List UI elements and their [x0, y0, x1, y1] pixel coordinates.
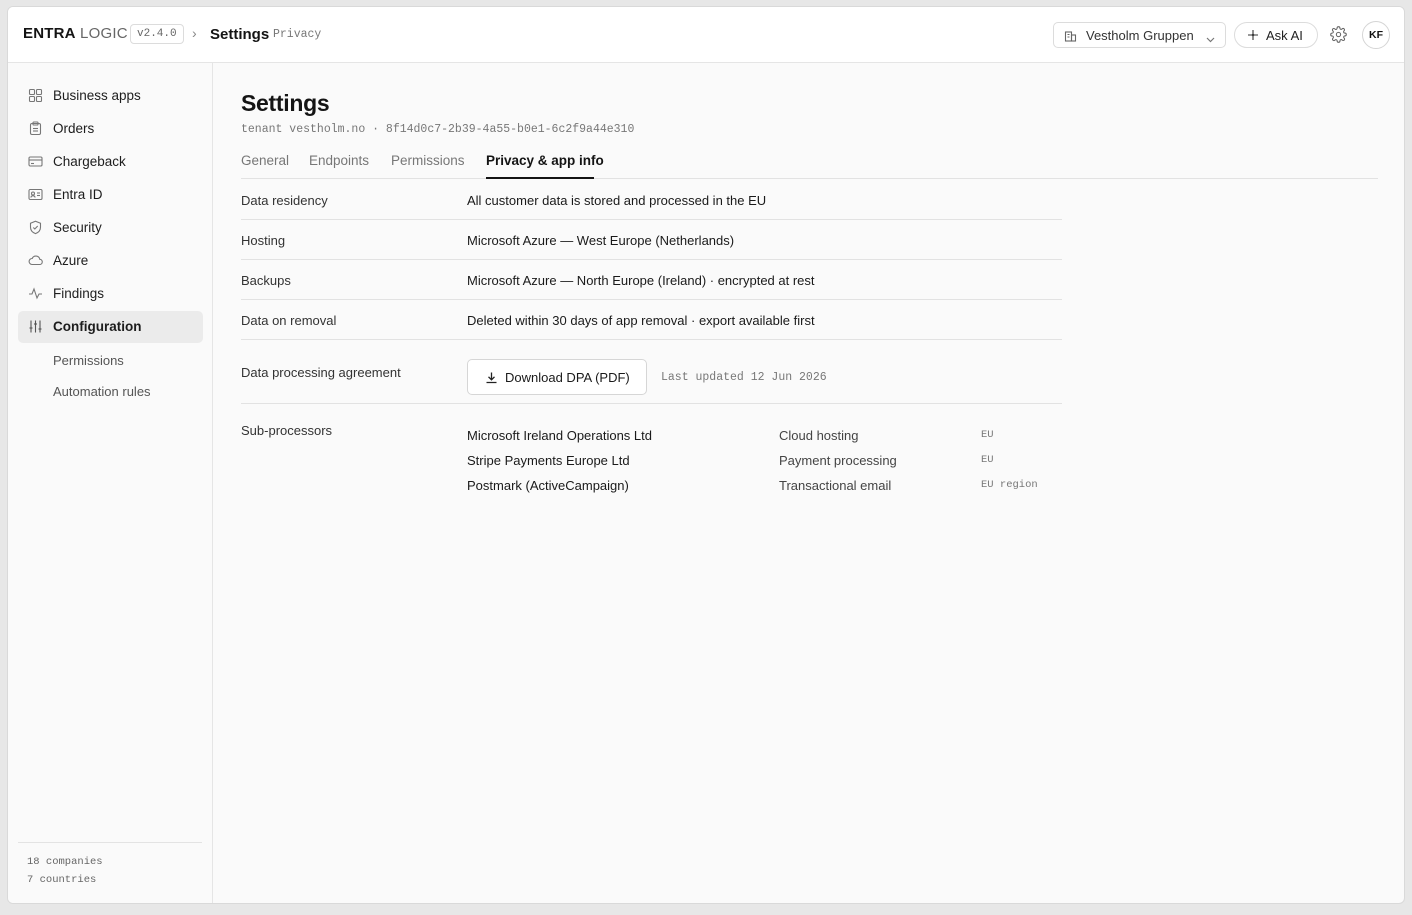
subprocessor-row: Microsoft Ireland Operations Ltd Cloud h…: [467, 428, 1067, 448]
sidebar-item-orders[interactable]: Orders: [18, 113, 203, 145]
info-row: Backups Microsoft Azure — North Europe (…: [241, 260, 1062, 300]
sidebar-subitem-automation-rules[interactable]: Automation rules: [53, 384, 151, 399]
row-key: Data residency: [241, 193, 328, 208]
clipboard-icon: [28, 121, 43, 139]
sidebar: Business apps Orders Chargeback Entra ID…: [8, 63, 213, 903]
sidebar-item-label: Entra ID: [53, 187, 103, 202]
brand-primary: ENTRA: [23, 25, 76, 42]
companies-count: 18 companies: [27, 856, 103, 868]
sidebar-item-label: Configuration: [53, 319, 142, 334]
row-value: All customer data is stored and processe…: [467, 193, 767, 208]
sparkle-icon: [1247, 29, 1259, 44]
activity-icon: [28, 286, 43, 304]
sidebar-item-chargeback[interactable]: Chargeback: [18, 146, 203, 178]
sliders-icon: [28, 319, 43, 337]
chevron-down-icon: [1206, 31, 1215, 46]
id-card-icon: [28, 187, 43, 205]
subprocessor-purpose: Payment processing: [779, 453, 897, 468]
tab-endpoints[interactable]: Endpoints: [309, 153, 369, 168]
sidebar-item-label: Azure: [53, 253, 89, 268]
sidebar-item-label: Business apps: [53, 88, 141, 103]
info-row: Data on removal Deleted within 30 days o…: [241, 300, 1062, 340]
tab-permissions[interactable]: Permissions: [391, 153, 465, 168]
sidebar-item-entra-id[interactable]: Entra ID: [18, 179, 203, 211]
active-tab-indicator: [486, 177, 594, 179]
ask-ai-label: Ask AI: [1266, 28, 1303, 43]
sidebar-item-azure[interactable]: Azure: [18, 245, 203, 277]
avatar[interactable]: KF: [1362, 21, 1390, 49]
cloud-icon: [28, 253, 43, 271]
building-icon: [1064, 29, 1077, 45]
subprocessor-region: EU region: [981, 479, 1038, 491]
sidebar-item-label: Orders: [53, 121, 95, 136]
tab-general[interactable]: General: [241, 153, 289, 168]
tenant-id: tenant vestholm.no · 8f14d0c7-2b39-4a55-…: [241, 123, 635, 136]
subprocessor-name: Microsoft Ireland Operations Ltd: [467, 428, 652, 443]
info-row: Data residency All customer data is stor…: [241, 180, 1062, 220]
row-key: Data processing agreement: [241, 365, 401, 380]
dpa-row: Data processing agreement: [241, 340, 1062, 404]
shield-icon: [28, 220, 43, 238]
brand-logo[interactable]: ENTRA LOGIC: [23, 25, 128, 42]
subprocessor-region: EU: [981, 429, 994, 441]
app-window: ENTRA LOGIC v2.4.0 › Settings Privacy Ve…: [7, 6, 1405, 904]
download-dpa-button[interactable]: Download DPA (PDF): [467, 359, 647, 395]
credit-card-icon: [28, 154, 43, 172]
ask-ai-button[interactable]: Ask AI: [1234, 22, 1318, 48]
subprocessor-row: Stripe Payments Europe Ltd Payment proce…: [467, 453, 1067, 473]
sidebar-item-label: Security: [53, 220, 102, 235]
tab-privacy[interactable]: Privacy & app info: [486, 153, 604, 168]
brand-secondary: LOGIC: [80, 25, 128, 42]
version-badge: v2.4.0: [130, 24, 184, 44]
sidebar-item-label: Chargeback: [53, 154, 126, 169]
sidebar-footer: 18 companies 7 countries: [18, 842, 202, 903]
download-dpa-label: Download DPA (PDF): [505, 370, 630, 385]
main-content: Settings tenant vestholm.no · 8f14d0c7-2…: [214, 63, 1404, 903]
sidebar-item-security[interactable]: Security: [18, 212, 203, 244]
page-title: Settings: [241, 90, 330, 116]
subprocessor-purpose: Cloud hosting: [779, 428, 859, 443]
top-bar: ENTRA LOGIC v2.4.0 › Settings Privacy Ve…: [8, 7, 1404, 63]
subprocessor-row: Postmark (ActiveCampaign) Transactional …: [467, 478, 1067, 498]
dpa-last-updated: Last updated 12 Jun 2026: [661, 371, 827, 384]
grid-icon: [28, 88, 43, 106]
organization-name: Vestholm Gruppen: [1086, 28, 1194, 43]
row-value: Microsoft Azure — West Europe (Netherlan…: [467, 233, 735, 248]
subprocessors-label: Sub-processors: [241, 423, 333, 438]
organization-selector[interactable]: Vestholm Gruppen: [1053, 22, 1226, 48]
download-icon: [485, 371, 498, 387]
subprocessor-name: Postmark (ActiveCampaign): [467, 478, 629, 493]
subprocessor-region: EU: [981, 454, 994, 466]
info-row: Hosting Microsoft Azure — West Europe (N…: [241, 220, 1062, 260]
row-value: Deleted within 30 days of app removal · …: [467, 313, 815, 328]
subprocessor-name: Stripe Payments Europe Ltd: [467, 453, 630, 468]
breadcrumb-sub: Privacy: [273, 28, 322, 41]
row-key: Data on removal: [241, 313, 337, 328]
sidebar-item-label: Findings: [53, 286, 105, 301]
sidebar-item-configuration[interactable]: Configuration: [18, 311, 203, 343]
breadcrumb-title[interactable]: Settings: [210, 26, 269, 43]
row-key: Backups: [241, 273, 291, 288]
settings-tabs: General Endpoints Permissions Privacy & …: [241, 148, 1378, 179]
sidebar-item-findings[interactable]: Findings: [18, 278, 203, 310]
subprocessor-purpose: Transactional email: [779, 478, 892, 493]
gear-icon[interactable]: [1330, 26, 1347, 48]
countries-count: 7 countries: [27, 874, 97, 886]
sidebar-subitem-permissions[interactable]: Permissions: [53, 353, 124, 368]
row-key: Hosting: [241, 233, 286, 248]
sidebar-item-business-apps[interactable]: Business apps: [18, 80, 203, 112]
breadcrumb-separator: ›: [192, 25, 197, 41]
row-value: Microsoft Azure — North Europe (Ireland)…: [467, 273, 815, 288]
